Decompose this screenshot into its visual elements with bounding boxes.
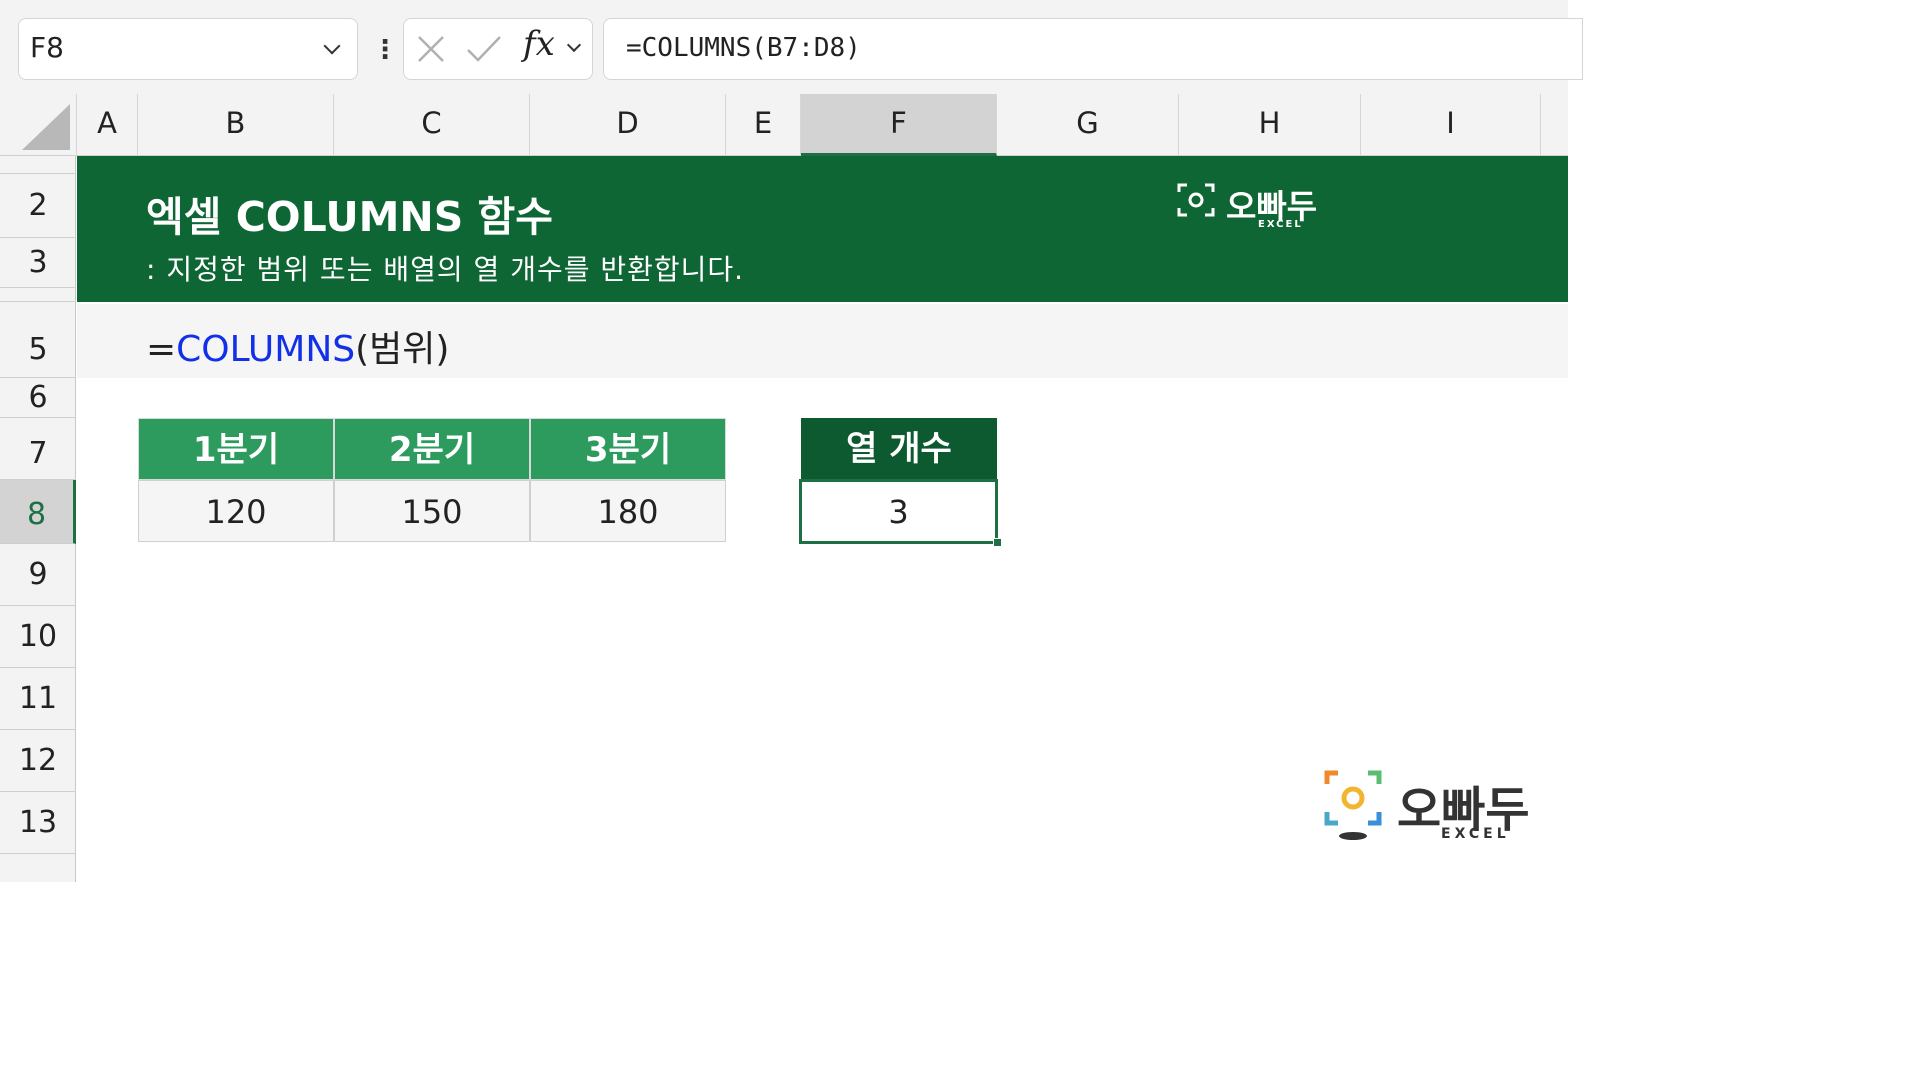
- result-cell-f8[interactable]: 3: [799, 479, 998, 544]
- row-header-9[interactable]: 9: [0, 544, 76, 606]
- banner-logo-sub: EXCEL: [1258, 219, 1303, 230]
- name-box-value: F8: [30, 31, 64, 64]
- table-cell-q1[interactable]: 120: [138, 480, 334, 542]
- table-cell-q2[interactable]: 150: [334, 480, 530, 542]
- column-header-b[interactable]: B: [138, 94, 334, 156]
- result-header[interactable]: 열 개수: [801, 418, 997, 480]
- row-header-3[interactable]: 3: [0, 238, 76, 288]
- column-header-e[interactable]: E: [726, 94, 801, 156]
- watermark-camera-icon: [1324, 770, 1382, 840]
- enter-check-icon[interactable]: [466, 34, 502, 64]
- name-box[interactable]: [18, 18, 358, 80]
- row-header-6[interactable]: 6: [0, 378, 76, 418]
- select-all-icon[interactable]: [22, 104, 70, 150]
- logo-camera-icon: [1177, 183, 1215, 217]
- banner-title: 엑셀 COLUMNS 함수: [146, 193, 553, 241]
- row-header-5[interactable]: 5: [0, 302, 76, 378]
- cancel-icon[interactable]: [416, 34, 446, 64]
- table-header-q2[interactable]: 2분기: [334, 418, 530, 480]
- table-header-q3[interactable]: 3분기: [530, 418, 726, 480]
- row-header-11[interactable]: 11: [0, 668, 76, 730]
- more-options-icon[interactable]: ⋮: [372, 36, 398, 64]
- row-header-7[interactable]: 7: [0, 418, 76, 480]
- row-header-10[interactable]: 10: [0, 606, 76, 668]
- row-header-8[interactable]: 8: [0, 480, 76, 544]
- column-header-f[interactable]: F: [801, 94, 997, 156]
- syntax-args: (범위): [355, 329, 450, 370]
- fill-handle[interactable]: [993, 538, 1002, 547]
- banner-subtitle: : 지정한 범위 또는 배열의 열 개수를 반환합니다.: [146, 253, 745, 286]
- syntax-equals: =: [146, 329, 177, 370]
- column-header-d[interactable]: D: [530, 94, 726, 156]
- row-header-12[interactable]: 12: [0, 730, 76, 792]
- table-cell-q3[interactable]: 180: [530, 480, 726, 542]
- column-header-c[interactable]: C: [334, 94, 530, 156]
- formula-text: =COLUMNS(B7:D8): [626, 33, 861, 63]
- row-header-1-partial[interactable]: [0, 156, 76, 174]
- column-header-i[interactable]: I: [1361, 94, 1541, 156]
- row-header-4-hidden[interactable]: [0, 288, 76, 302]
- insert-function-icon[interactable]: fx: [523, 24, 555, 64]
- row-header-13[interactable]: 13: [0, 792, 76, 854]
- column-header-a[interactable]: A: [77, 94, 138, 156]
- watermark-sub: EXCEL: [1441, 826, 1510, 842]
- function-syntax: =COLUMNS(범위): [146, 320, 449, 372]
- table-header-q1[interactable]: 1분기: [138, 418, 334, 480]
- column-header-h[interactable]: H: [1179, 94, 1361, 156]
- column-header-g[interactable]: G: [997, 94, 1179, 156]
- row-header-2[interactable]: 2: [0, 174, 76, 238]
- syntax-function-name: COLUMNS: [176, 329, 356, 370]
